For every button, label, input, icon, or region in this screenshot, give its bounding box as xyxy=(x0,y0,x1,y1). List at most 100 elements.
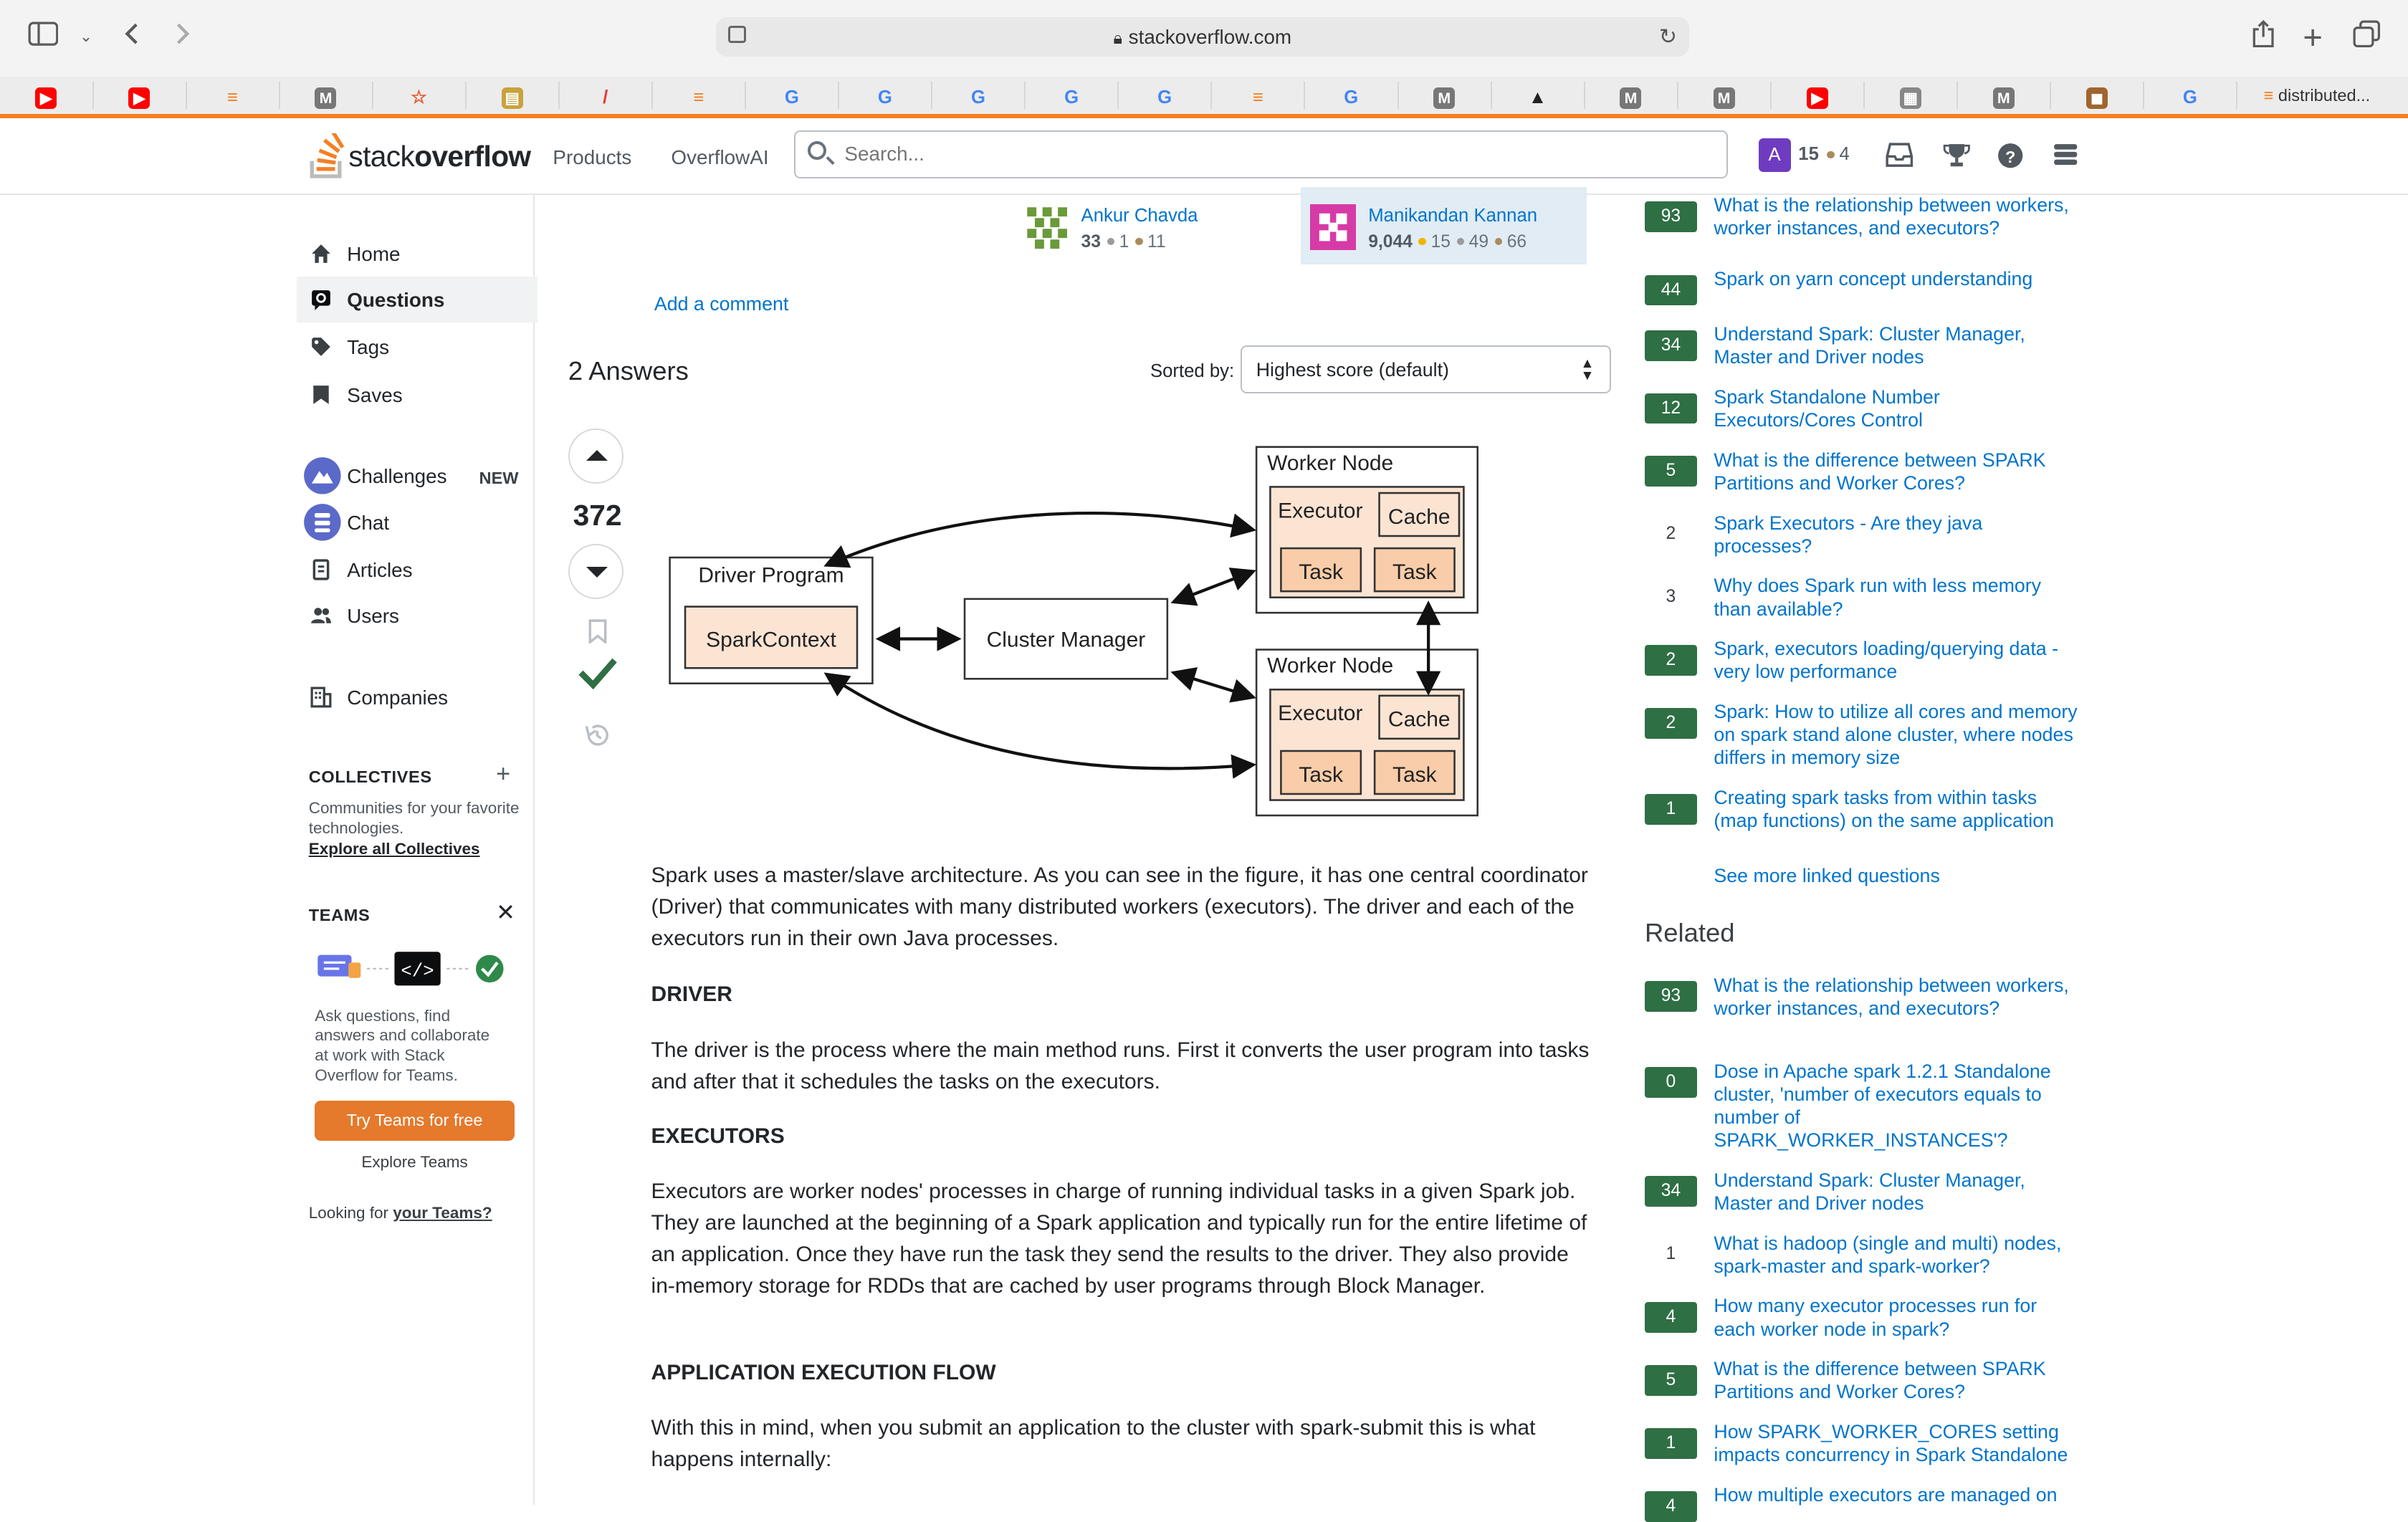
products-link[interactable]: Products xyxy=(553,146,631,169)
site-logo-text[interactable]: stackoverflow xyxy=(348,140,531,173)
favorite-youtube[interactable]: ▶ xyxy=(93,81,187,110)
explore-collectives-link[interactable]: Explore all Collectives xyxy=(309,840,480,858)
bookmark-icon[interactable] xyxy=(587,618,608,643)
question-link[interactable]: Dose in Apache spark 1.2.1 Standalone cl… xyxy=(1714,1060,2082,1152)
question-link[interactable]: Why does Spark run with less memory than… xyxy=(1714,574,2082,620)
try-teams-button[interactable]: Try Teams for free xyxy=(315,1101,515,1142)
question-link[interactable]: Understand Spark: Cluster Manager, Maste… xyxy=(1714,322,2082,368)
overflowai-link[interactable]: OverflowAI xyxy=(671,146,768,169)
avatar[interactable] xyxy=(1024,204,1071,251)
youtube-icon: ▶ xyxy=(35,87,57,109)
add-collective-icon[interactable]: + xyxy=(496,760,510,788)
favorite-google[interactable]: G xyxy=(1305,81,1399,110)
user-name-link[interactable]: Manikandan Kannan xyxy=(1368,206,1537,226)
reputation-display[interactable]: 15 4 xyxy=(1798,144,1849,165)
nav-home[interactable]: Home xyxy=(297,230,533,276)
nav-users[interactable]: Users xyxy=(297,593,533,638)
see-more-linked-link[interactable]: See more linked questions xyxy=(1714,864,2082,887)
favorite-stackoverflow[interactable]: ≡ xyxy=(1212,81,1306,110)
question-link[interactable]: How SPARK_WORKER_CORES setting impacts c… xyxy=(1714,1420,2082,1466)
question-link[interactable]: What is hadoop (single and multi) nodes,… xyxy=(1714,1232,2082,1278)
favorite-google[interactable]: G xyxy=(932,81,1026,110)
question-link[interactable]: Understand Spark: Cluster Manager, Maste… xyxy=(1714,1169,2082,1215)
share-icon[interactable] xyxy=(2245,19,2282,54)
question-link[interactable]: Creating spark tasks from within tasks (… xyxy=(1714,786,2082,832)
sort-select[interactable]: Highest score (default) ▲ ▼ xyxy=(1241,345,1611,393)
user-name-link[interactable]: Ankur Chavda xyxy=(1081,206,1198,226)
favorite-graduation-cap[interactable]: ▲ xyxy=(1491,81,1585,110)
tab-overview-icon[interactable] xyxy=(2348,20,2384,54)
question-link[interactable]: Spark on yarn concept understanding xyxy=(1714,267,2082,290)
favorite-youtube[interactable]: ▶ xyxy=(1771,81,1865,110)
achievements-icon[interactable] xyxy=(1943,143,1971,167)
question-link[interactable]: Spark: How to utilize all cores and memo… xyxy=(1714,700,2082,769)
inbox-icon[interactable] xyxy=(1886,143,1914,168)
address-bar[interactable]: 🔒︎ stackoverflow.com ↻ xyxy=(715,16,1690,57)
question-link[interactable]: What is the relationship between workers… xyxy=(1714,974,2082,1020)
score-badge: 4 xyxy=(1644,1302,1697,1333)
back-icon[interactable] xyxy=(114,20,150,54)
tab-distributed[interactable]: ≡ distributed... xyxy=(2264,86,2371,105)
forward-icon[interactable] xyxy=(164,20,201,54)
favorite-medium[interactable]: M xyxy=(280,81,373,110)
question-link[interactable]: What is the relationship between workers… xyxy=(1714,193,2082,239)
upvote-button[interactable] xyxy=(568,428,624,484)
nav-chat-label: Chat xyxy=(347,511,390,534)
favorite-book[interactable]: ▤ xyxy=(466,81,560,110)
favorite-medium[interactable]: M xyxy=(1958,81,2052,110)
question-link[interactable]: Spark, executors loading/querying data -… xyxy=(1714,637,2082,683)
google-icon: G xyxy=(970,87,985,107)
nav-challenges[interactable]: Challenges NEW xyxy=(297,453,533,499)
favorite-star[interactable]: ☆ xyxy=(373,81,467,110)
user-avatar[interactable]: A xyxy=(1758,138,1791,172)
search-box[interactable] xyxy=(793,130,1728,178)
favorite-google[interactable]: G xyxy=(839,81,933,110)
new-tab-icon[interactable]: + xyxy=(2294,20,2331,54)
favorite-medium[interactable]: M xyxy=(1398,81,1492,110)
favorite-medium[interactable]: M xyxy=(1585,81,1678,110)
nav-articles[interactable]: Articles xyxy=(297,547,533,593)
search-input[interactable] xyxy=(841,140,1708,168)
site-switcher-icon[interactable] xyxy=(2052,143,2080,167)
downvote-button[interactable] xyxy=(568,543,624,599)
favorite-google[interactable]: G xyxy=(1026,81,1119,110)
favorite-medium[interactable]: M xyxy=(1678,81,1772,110)
task-label: Task xyxy=(1299,560,1344,584)
your-teams-link[interactable]: your Teams? xyxy=(393,1204,492,1222)
answer-heading-driver: DRIVER xyxy=(651,982,732,1007)
close-icon[interactable]: ✕ xyxy=(496,899,515,926)
favorite-pen[interactable]: / xyxy=(559,81,653,110)
url-text: stackoverflow.com xyxy=(1128,25,1292,48)
arrow-up-icon xyxy=(586,449,608,461)
help-icon[interactable]: ? xyxy=(1997,143,2025,168)
history-icon[interactable] xyxy=(583,722,611,750)
question-link[interactable]: What is the difference between SPARK Par… xyxy=(1714,1357,2082,1403)
nav-tags[interactable]: Tags xyxy=(297,324,533,370)
sidebar-toggle-icon[interactable] xyxy=(24,20,61,54)
question-link[interactable]: How many executor processes run for each… xyxy=(1714,1294,2082,1340)
avatar[interactable] xyxy=(1309,204,1357,251)
favorite-youtube[interactable]: ▶ xyxy=(0,81,94,110)
add-comment-link[interactable]: Add a comment xyxy=(654,293,788,315)
explore-teams-link[interactable]: Explore Teams xyxy=(297,1153,533,1172)
favorite-avatar[interactable]: ◼ xyxy=(2051,81,2145,110)
stackoverflow-logo-icon[interactable] xyxy=(309,133,345,179)
favorite-stackoverflow[interactable]: ≡ xyxy=(186,81,280,110)
stackoverflow-icon: ≡ xyxy=(2263,85,2278,105)
question-link[interactable]: Spark Executors - Are they java processe… xyxy=(1714,512,2082,557)
question-link[interactable]: What is the difference between SPARK Par… xyxy=(1714,449,2082,494)
favorite-google[interactable]: G xyxy=(746,81,840,110)
question-link[interactable]: Spark Standalone Number Executors/Cores … xyxy=(1714,386,2082,431)
favorite-site[interactable]: ▦ xyxy=(1864,81,1958,110)
nav-companies[interactable]: Companies xyxy=(297,674,533,720)
question-link[interactable]: How multiple executors are managed on xyxy=(1714,1483,2082,1506)
chevron-down-icon[interactable]: ⌄ xyxy=(67,20,104,54)
reload-icon[interactable]: ↻ xyxy=(1659,17,1677,57)
nav-saves[interactable]: Saves xyxy=(297,372,533,418)
favorite-google[interactable]: G xyxy=(2144,81,2238,110)
nav-chat[interactable]: Chat xyxy=(297,499,533,545)
favorite-stackoverflow[interactable]: ≡ xyxy=(653,81,747,110)
nav-questions[interactable]: Questions xyxy=(296,276,538,322)
favorite-google[interactable]: G xyxy=(1119,81,1213,110)
medium-icon: M xyxy=(315,87,337,109)
